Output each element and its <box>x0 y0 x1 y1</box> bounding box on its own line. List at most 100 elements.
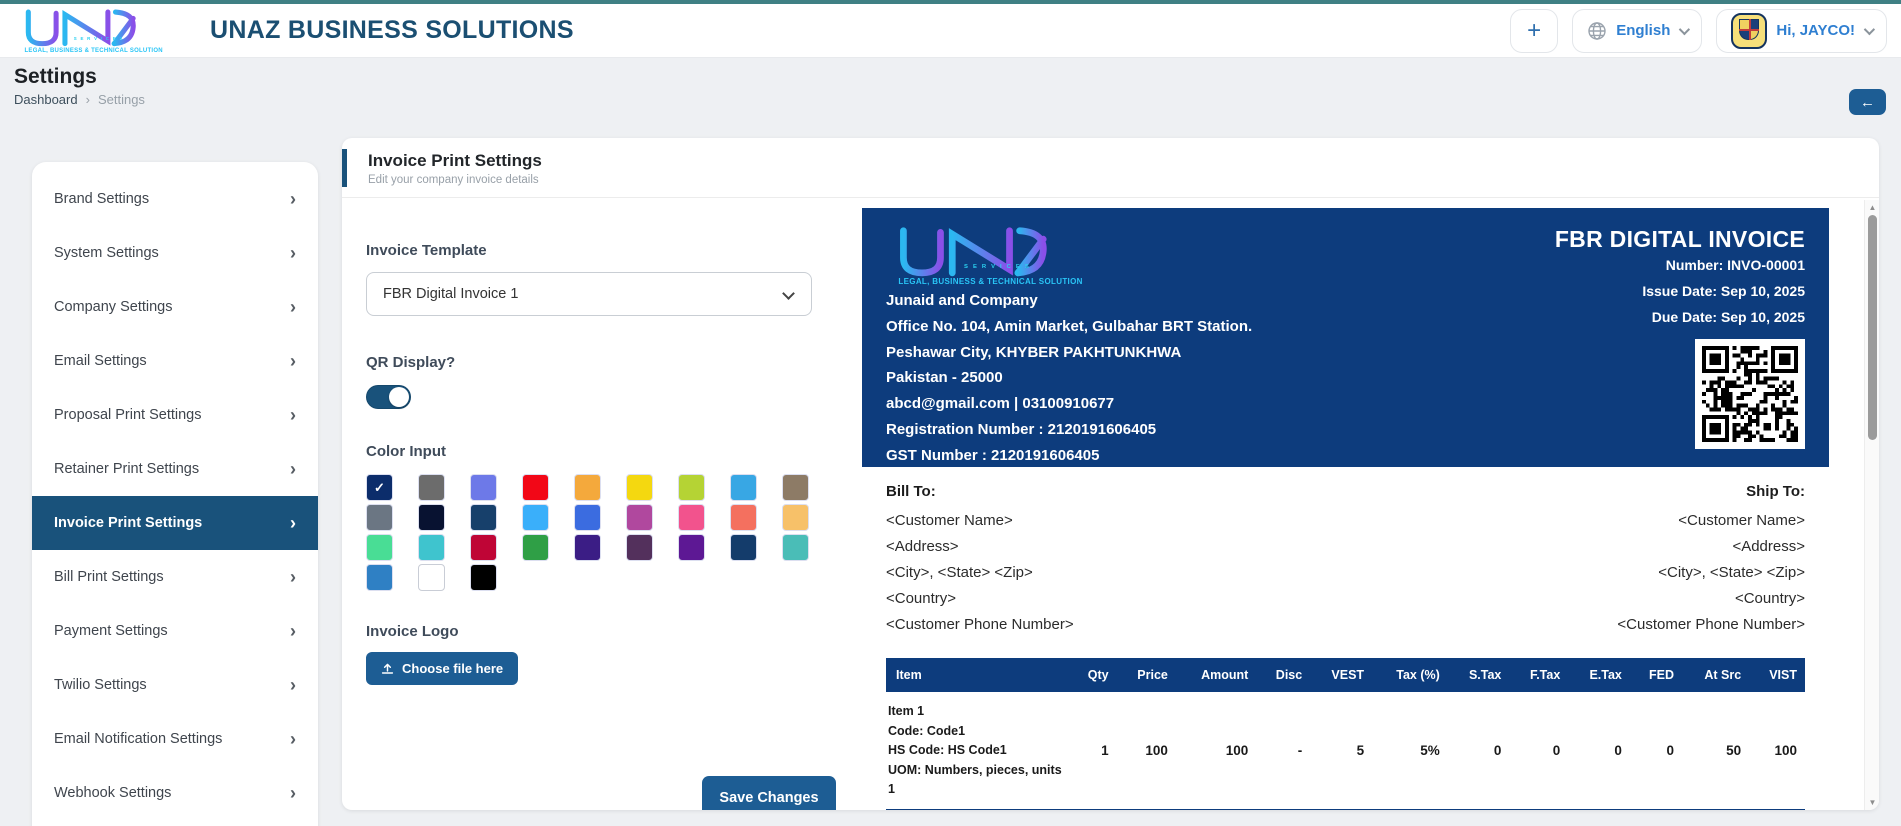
table-cell: 100 <box>1176 692 1256 810</box>
sidebar-item-payment-settings[interactable]: Payment Settings› <box>32 604 318 658</box>
sidebar-item-webhook-settings[interactable]: Webhook Settings› <box>32 766 318 820</box>
section-title: Invoice Print Settings <box>368 151 1879 171</box>
color-swatch[interactable] <box>574 534 601 561</box>
table-row: Item 1Code: Code1HS Code: HS Code1UOM: N… <box>886 692 1805 810</box>
logo-services-text: S E R V I C E S <box>964 264 1030 270</box>
color-swatch[interactable] <box>470 534 497 561</box>
sidebar-item-proposal-print-settings[interactable]: Proposal Print Settings› <box>32 388 318 442</box>
color-swatch[interactable] <box>418 504 445 531</box>
color-swatch[interactable] <box>782 504 809 531</box>
sidebar-item-bill-print-settings[interactable]: Bill Print Settings› <box>32 550 318 604</box>
table-cell: - <box>1256 692 1310 810</box>
color-swatch[interactable] <box>782 474 809 501</box>
color-swatch[interactable] <box>782 534 809 561</box>
sidebar-item-label: System Settings <box>54 245 159 261</box>
user-menu[interactable]: Hi, JAYCO! <box>1716 9 1887 53</box>
save-changes-button[interactable]: Save Changes <box>702 776 836 810</box>
color-swatch[interactable] <box>470 504 497 531</box>
sidebar-item-label: Bill Print Settings <box>54 569 164 585</box>
table-cell: 1 <box>1070 692 1117 810</box>
brand-title: UNAZ BUSINESS SOLUTIONS <box>210 16 574 45</box>
color-swatch[interactable] <box>574 474 601 501</box>
sidebar-item-email-notification-settings[interactable]: Email Notification Settings› <box>32 712 318 766</box>
color-swatch[interactable] <box>730 474 757 501</box>
color-swatch[interactable] <box>730 504 757 531</box>
invoice-issue-date: Issue Date: Sep 10, 2025 <box>1555 279 1805 305</box>
color-swatch[interactable] <box>366 534 393 561</box>
color-swatch[interactable] <box>626 474 653 501</box>
breadcrumb-dashboard-link[interactable]: Dashboard <box>14 92 78 107</box>
bill-to-line: <Address> <box>886 534 1074 560</box>
language-selector[interactable]: English <box>1572 9 1702 53</box>
settings-sidebar: Brand Settings›System Settings›Company S… <box>32 162 318 826</box>
page-title: Settings <box>14 65 1887 89</box>
sidebar-item-invoice-print-settings[interactable]: Invoice Print Settings› <box>32 496 318 550</box>
color-swatch[interactable] <box>678 474 705 501</box>
section-accent-bar <box>342 149 347 187</box>
color-swatch[interactable] <box>678 534 705 561</box>
qr-display-toggle[interactable] <box>366 385 411 409</box>
bill-to-line: <City>, <State> <Zip> <box>886 560 1074 586</box>
ship-to-line: <Customer Name> <box>1617 508 1805 534</box>
sidebar-item-brand-settings[interactable]: Brand Settings› <box>32 172 318 226</box>
globe-icon <box>1587 21 1607 41</box>
topbar-actions: + English Hi, JAYCO! <box>1510 9 1887 53</box>
scroll-up-icon[interactable]: ▲ <box>1865 203 1879 212</box>
sidebar-item-email-settings[interactable]: Email Settings› <box>32 334 318 388</box>
color-input-label: Color Input <box>366 443 836 460</box>
table-cell: 5 <box>1310 692 1372 810</box>
color-swatch[interactable] <box>730 534 757 561</box>
ship-to-title: Ship To: <box>1617 483 1805 500</box>
color-swatch[interactable] <box>470 474 497 501</box>
color-swatch[interactable] <box>366 564 393 591</box>
invoice-template-select[interactable]: FBR Digital Invoice 1 <box>366 272 812 316</box>
qr-code <box>1695 339 1805 449</box>
chevron-down-icon <box>1679 23 1690 34</box>
invoice-logo-label: Invoice Logo <box>366 623 836 640</box>
color-swatch[interactable] <box>418 534 445 561</box>
invoice-template-label: Invoice Template <box>366 242 836 259</box>
sidebar-item-twilio-settings[interactable]: Twilio Settings› <box>32 658 318 712</box>
add-button[interactable]: + <box>1510 9 1558 53</box>
color-swatch[interactable] <box>678 504 705 531</box>
sidebar-item-label: Payment Settings <box>54 623 168 639</box>
color-swatch[interactable] <box>522 534 549 561</box>
ship-to-line: <City>, <State> <Zip> <box>1617 560 1805 586</box>
color-swatch[interactable] <box>522 474 549 501</box>
back-button[interactable]: ← <box>1849 89 1886 115</box>
table-header-cell: Disc <box>1256 658 1310 692</box>
color-swatch[interactable] <box>418 564 445 591</box>
sidebar-item-company-settings[interactable]: Company Settings› <box>32 280 318 334</box>
item-cell: Item 1Code: Code1HS Code: HS Code1UOM: N… <box>886 692 1070 810</box>
sidebar-item-system-settings[interactable]: System Settings› <box>32 226 318 280</box>
language-label: English <box>1616 22 1670 39</box>
color-swatch[interactable] <box>626 534 653 561</box>
invoice-print-settings-card: Invoice Print Settings Edit your company… <box>342 138 1879 810</box>
invoice-title: FBR DIGITAL INVOICE <box>1555 226 1805 253</box>
color-swatch[interactable] <box>418 474 445 501</box>
invoice-items-table: ItemQtyPriceAmountDiscVESTTax (%)S.TaxF.… <box>886 658 1805 810</box>
table-header-cell: Tax (%) <box>1372 658 1448 692</box>
bill-to-line: <Customer Name> <box>886 508 1074 534</box>
color-swatch[interactable] <box>366 504 393 531</box>
check-icon: ✓ <box>374 480 385 496</box>
back-arrow-icon: ← <box>1860 94 1875 111</box>
color-swatch[interactable]: ✓ <box>366 474 393 501</box>
item-detail-line: Code: Code1 <box>888 722 1062 741</box>
table-header-cell: VIST <box>1749 658 1805 692</box>
upload-icon <box>381 662 394 675</box>
color-swatch[interactable] <box>522 504 549 531</box>
table-cell: 50 <box>1682 692 1749 810</box>
color-swatch[interactable] <box>470 564 497 591</box>
chevron-right-icon: › <box>290 189 296 210</box>
table-header-cell: Item <box>886 658 1070 692</box>
choose-file-button[interactable]: Choose file here <box>366 652 518 685</box>
sidebar-item-retainer-print-settings[interactable]: Retainer Print Settings› <box>32 442 318 496</box>
color-swatch[interactable] <box>626 504 653 531</box>
scroll-down-icon[interactable]: ▼ <box>1865 798 1879 807</box>
preview-scrollbar[interactable]: ▲ ▼ <box>1864 200 1879 810</box>
settings-form: Invoice Template FBR Digital Invoice 1 Q… <box>366 196 836 685</box>
ship-to-line: <Country> <box>1617 586 1805 612</box>
scrollbar-thumb[interactable] <box>1868 215 1877 440</box>
color-swatch[interactable] <box>574 504 601 531</box>
